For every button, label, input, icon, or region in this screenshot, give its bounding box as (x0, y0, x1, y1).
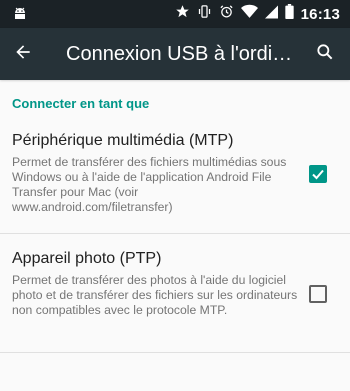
divider (0, 233, 350, 234)
mtp-checkbox[interactable] (309, 165, 327, 183)
search-icon (315, 42, 335, 67)
option-title: Appareil photo (PTP) (12, 250, 162, 267)
option-mtp[interactable]: Périphérique multimédia (MTP) Permet de … (0, 124, 350, 232)
option-description: Permet de transférer des fichiers multim… (12, 155, 287, 214)
section-header: Connecter en tant que (12, 96, 150, 111)
status-bar: 16:13 (0, 0, 350, 28)
option-title: Périphérique multimédia (MTP) (12, 132, 234, 149)
ptp-checkbox[interactable] (309, 285, 327, 303)
android-icon (12, 6, 28, 27)
arrow-back-icon (13, 42, 33, 67)
star-icon (175, 4, 190, 24)
page-title: Connexion USB à l'ordinateur (66, 43, 296, 65)
option-description: Permet de transférer des photos à l'aide… (12, 273, 298, 317)
battery-icon (284, 4, 294, 24)
option-ptp[interactable]: Appareil photo (PTP) Permet de transfére… (0, 242, 350, 350)
status-time: 16:13 (300, 5, 340, 23)
wifi-icon (240, 4, 258, 24)
vibrate-icon (197, 4, 212, 24)
alarm-icon (219, 4, 234, 24)
back-button[interactable] (10, 41, 36, 67)
app-bar: Connexion USB à l'ordinateur (0, 28, 350, 80)
divider (0, 352, 350, 353)
search-button[interactable] (312, 41, 338, 67)
signal-icon (264, 5, 278, 24)
